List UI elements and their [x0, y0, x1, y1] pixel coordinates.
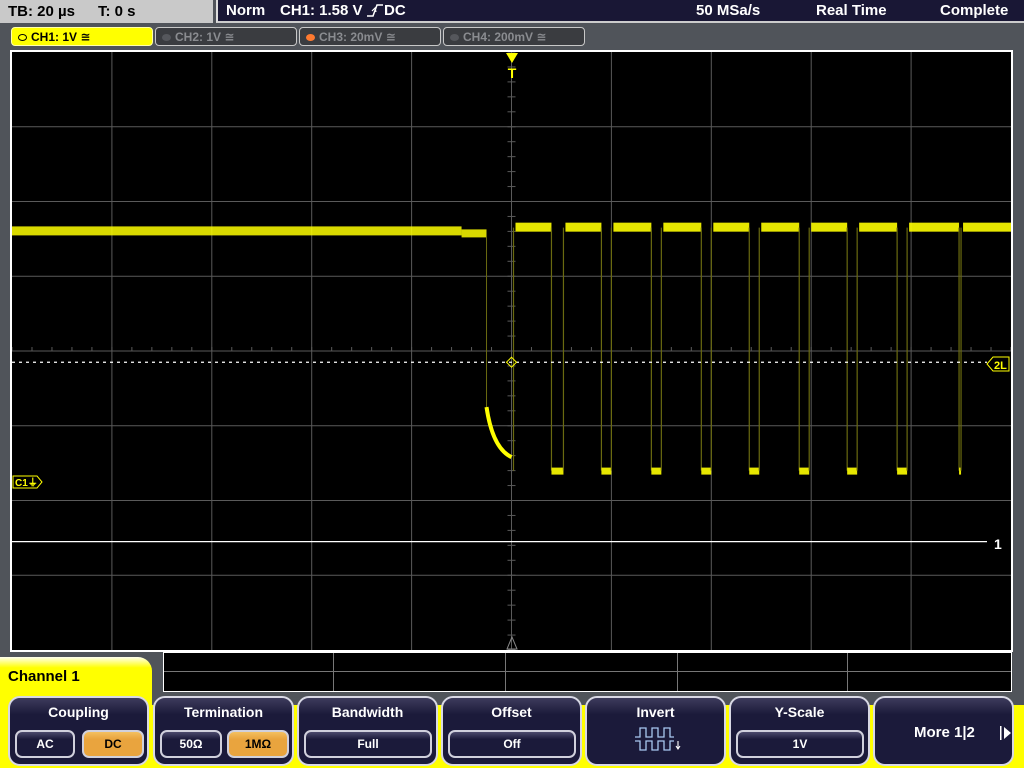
meas-r1c1: Mean: 2.46 V: [164, 653, 334, 672]
ch1-high-segment: [909, 222, 960, 232]
ch1-high-segment: [811, 222, 848, 232]
trigger-arrow-icon: [506, 53, 518, 63]
trigger-coupling: DC: [384, 2, 406, 19]
coupling-softkey[interactable]: Coupling AC DC: [8, 696, 149, 766]
ch1-pretrigger-tail: [461, 229, 487, 238]
ch1-low-segment: [799, 467, 810, 475]
yscale-label: Y-Scale: [774, 704, 825, 720]
channel-3-indicator-icon: [306, 34, 315, 41]
trigger-marker-label: T: [508, 65, 517, 81]
ch1-high-segment: [963, 222, 1011, 232]
ch1-low-segment: [651, 467, 662, 475]
termination-softkey[interactable]: Termination 50Ω 1MΩ: [153, 696, 294, 766]
sample-rate: 50 MSa/s: [696, 2, 761, 19]
acquisition-status: Complete: [940, 2, 1009, 19]
tab-channel-4-label: CH4: 200mV ≅: [463, 30, 547, 44]
coupling-dc-button[interactable]: DC: [82, 730, 144, 758]
termination-label: Termination: [183, 704, 264, 720]
tab-channel-2[interactable]: CH2: 1V ≅: [155, 27, 297, 46]
ch1-low-segment: [847, 467, 858, 475]
trigger-time-readout: T: 0 s: [98, 3, 136, 20]
meas-r2c3: [506, 672, 678, 691]
ch1-high-segment: [761, 222, 800, 232]
yscale-value-button[interactable]: 1V: [736, 730, 864, 758]
meas-r2c2: T: n/a: [334, 672, 506, 691]
more-softkey[interactable]: More 1|2: [873, 696, 1014, 766]
invert-label: Invert: [636, 704, 675, 720]
offset-value-button[interactable]: Off: [448, 730, 576, 758]
waveform-svg: T C1⏚ 2L 1: [12, 52, 1011, 650]
ch1-high-segment: [613, 222, 652, 232]
ch1-high-segment: [859, 222, 898, 232]
coupling-label: Coupling: [48, 704, 109, 720]
reference-line-label: 1: [994, 536, 1002, 552]
ch1-high-segment: [565, 222, 602, 232]
meas-r1c2: Mean: n/a: [334, 653, 506, 672]
bandwidth-value-button[interactable]: Full: [304, 730, 432, 758]
invert-softkey[interactable]: Invert: [585, 696, 726, 766]
meas-r2c5: [848, 672, 1011, 691]
yscale-softkey[interactable]: Y-Scale 1V: [729, 696, 870, 766]
bandwidth-softkey[interactable]: Bandwidth Full: [297, 696, 438, 766]
ch1-high-segment: [663, 222, 702, 232]
termination-1mohm-button[interactable]: 1MΩ: [227, 730, 289, 758]
trigger-level-marker[interactable]: 2L: [986, 356, 1010, 372]
meas-r1c4: V1: n/a: [678, 653, 848, 672]
tab-channel-3[interactable]: CH3: 20mV ≅: [299, 27, 441, 46]
timebase-readout: TB: 20 µs: [8, 3, 75, 20]
ch1-pretrigger-band: [12, 226, 462, 236]
reference-line-marker[interactable]: 1: [994, 536, 1002, 552]
ch1-high-segment: [713, 222, 750, 232]
meas-r1c5: V2: n/a: [848, 653, 1011, 672]
ch1-low-segment: [701, 467, 712, 475]
bandwidth-label: Bandwidth: [331, 704, 404, 720]
trigger-level-label: 2L: [994, 360, 1007, 372]
tab-channel-1[interactable]: CH1: 1V ≅: [11, 27, 153, 46]
channel-1-indicator-icon: [18, 34, 27, 41]
ch1-low-segment: [897, 467, 908, 475]
trigger-position-marker[interactable]: T: [506, 53, 518, 81]
channel-2-indicator-icon: [162, 34, 171, 41]
ch1-decay: [484, 406, 513, 459]
ch1-low-segment: [551, 467, 564, 475]
more-label: More 1|2: [914, 724, 975, 741]
meas-r1c3: (CH3): Voltage: [506, 653, 678, 672]
tab-channel-2-label: CH2: 1V ≅: [175, 30, 235, 44]
ch1-high-segment: [515, 222, 552, 232]
tab-channel-3-label: CH3: 20mV ≅: [319, 30, 396, 44]
measurement-panel[interactable]: Mean: 2.46 V Mean: n/a (CH3): Voltage V1…: [163, 652, 1012, 692]
tab-channel-4[interactable]: CH4: 200mV ≅: [443, 27, 585, 46]
offset-label: Offset: [491, 704, 532, 720]
offset-softkey[interactable]: Offset Off: [441, 696, 582, 766]
channel-1-ground-label: C1⏚: [15, 477, 38, 489]
play-arrow-icon: [1000, 726, 1011, 740]
meas-r2c1: Mean: n/a: [164, 672, 334, 691]
ch1-low-segment: [601, 467, 612, 475]
meas-r2c4: ΔV: n/a: [678, 672, 848, 691]
trigger-acquisition-panel[interactable]: Norm CH1: 1.58 V DC 50 MSa/s Real Time C…: [216, 0, 1024, 23]
tab-channel-1-label: CH1: 1V ≅: [31, 30, 91, 44]
coupling-ac-button[interactable]: AC: [15, 730, 75, 758]
termination-50ohm-button[interactable]: 50Ω: [160, 730, 222, 758]
channel-4-indicator-icon: [450, 34, 459, 41]
invert-waveform-icon: [635, 727, 681, 751]
rising-edge-icon: [366, 3, 384, 25]
channel-1-ground-marker[interactable]: C1⏚: [12, 475, 43, 489]
ch1-low-segment: [749, 467, 760, 475]
acquisition-mode: Real Time: [816, 2, 887, 19]
trigger-source-level: CH1: 1.58 V: [280, 2, 363, 19]
menu-title: Channel 1: [0, 657, 152, 693]
waveform-display[interactable]: T C1⏚ 2L 1: [10, 50, 1013, 652]
trigger-mode: Norm: [226, 2, 266, 19]
timebase-panel[interactable]: TB: 20 µs T: 0 s: [0, 0, 213, 23]
